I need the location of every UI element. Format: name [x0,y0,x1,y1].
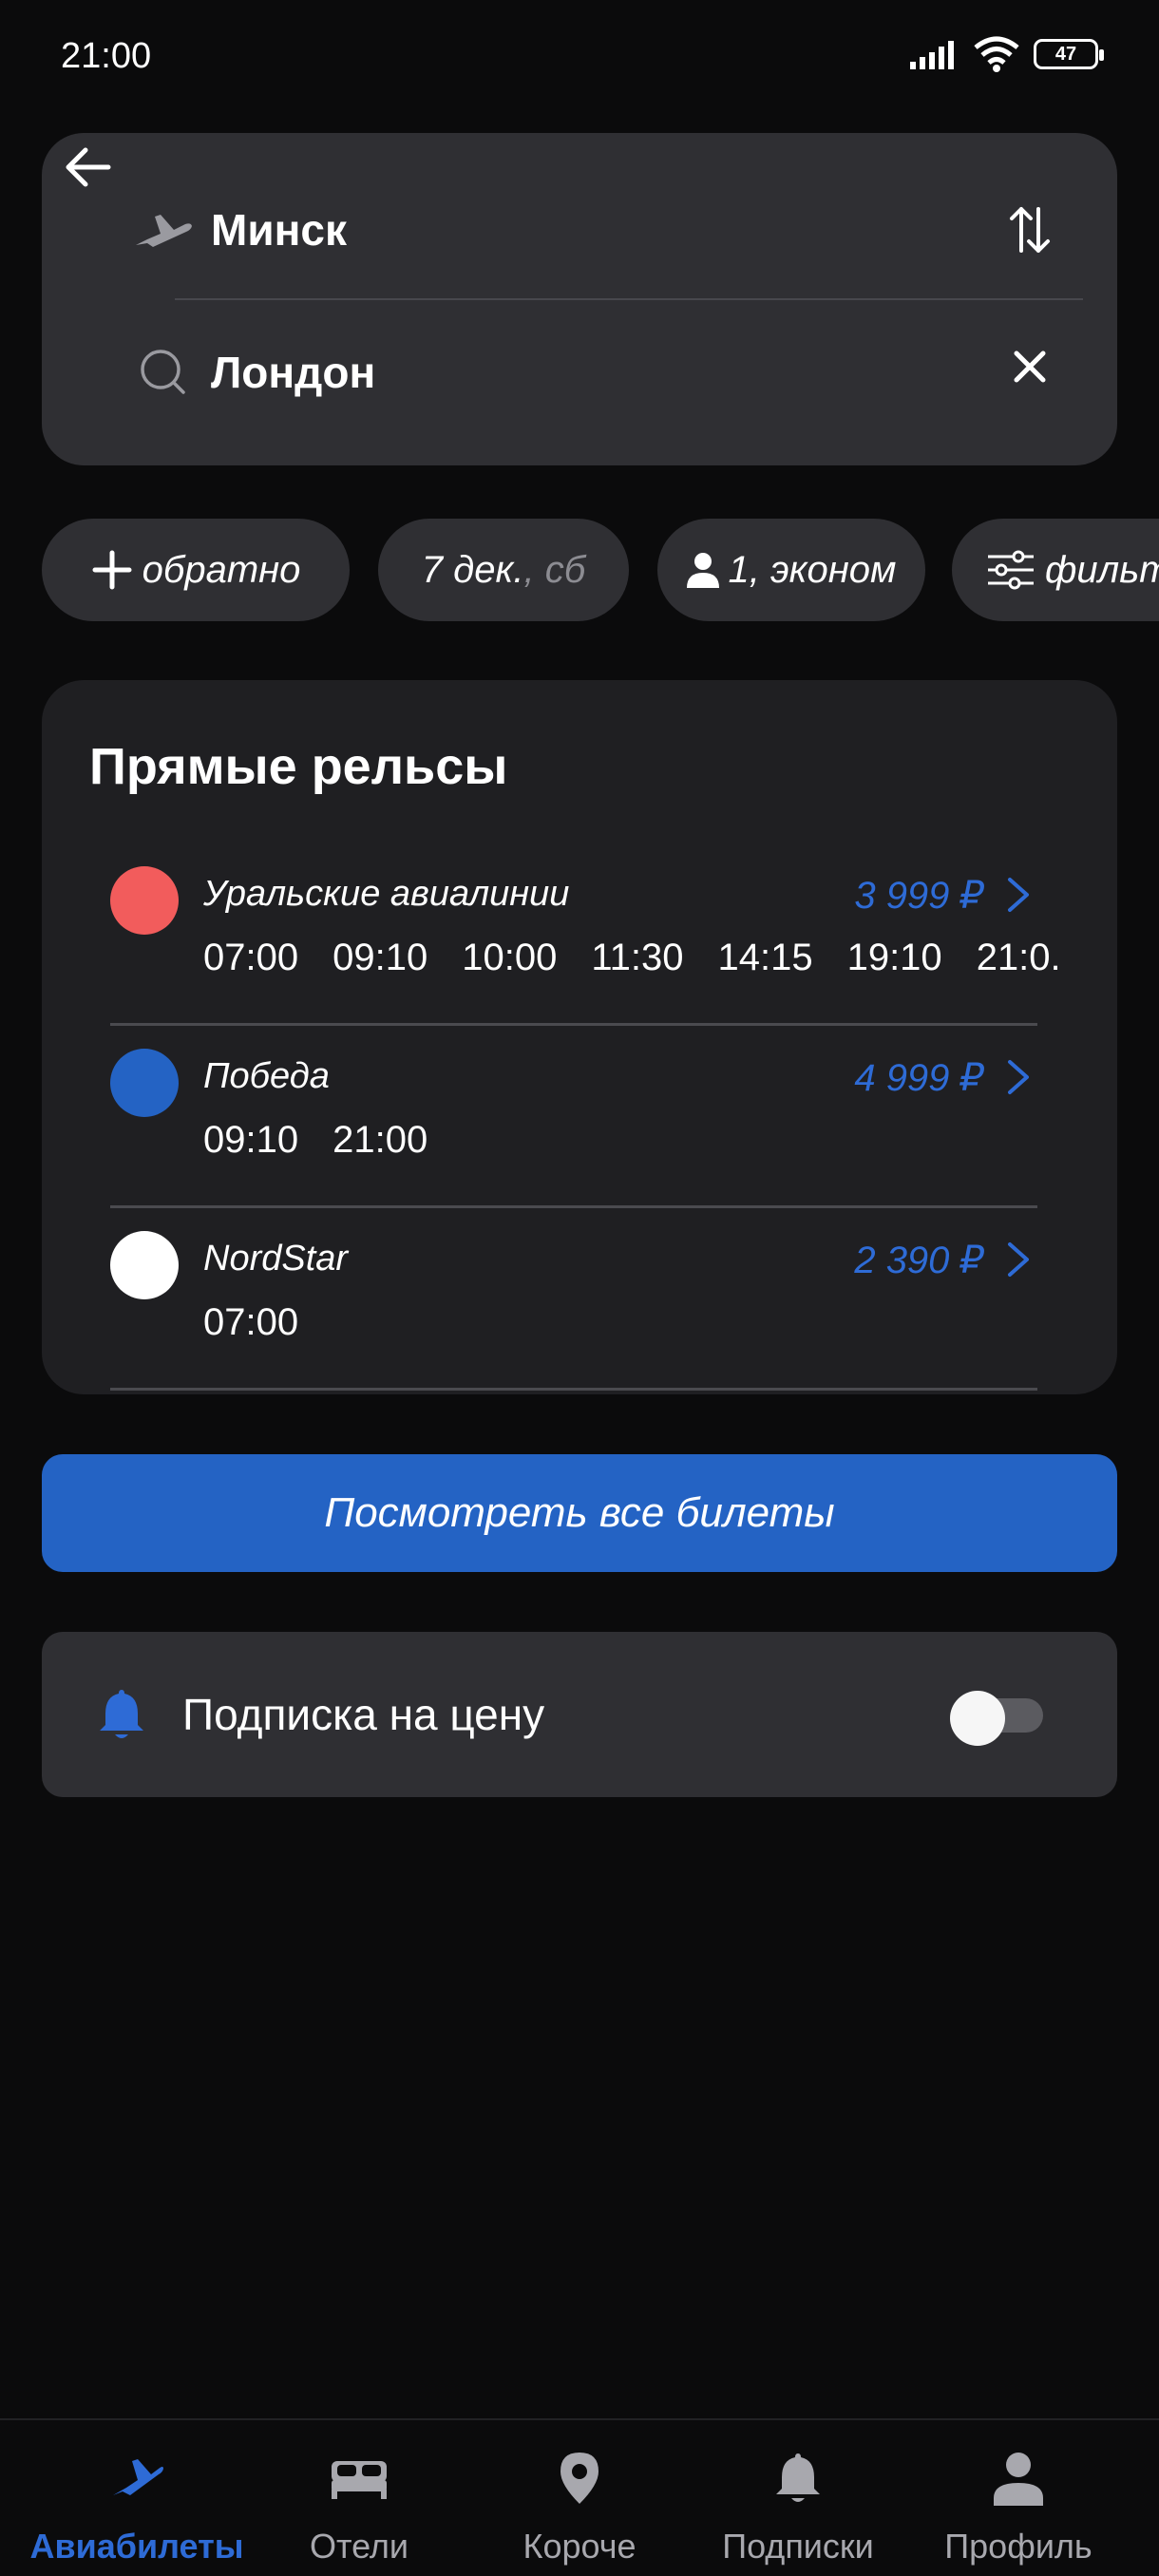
departure-time[interactable]: 11:30 [591,937,683,979]
chevron-right-icon [996,1235,1041,1284]
person-icon [686,553,719,588]
nav-item-flights[interactable]: Авиабилеты [21,2420,253,2576]
origin-field[interactable]: Минск [133,173,988,287]
plane-icon [104,2445,170,2511]
map-pin-icon [546,2445,613,2511]
status-icons: 47 [910,36,1104,72]
filters-label: фильтры [1045,548,1159,591]
airline-price: 2 390 ₽ [854,1240,984,1281]
direct-flights-card: Прямые рельсы Уральские авиалинии 3 999 … [42,680,1117,1394]
airline-row[interactable]: Уральские авиалинии 3 999 ₽ 07:00 09:10 … [110,843,1058,1026]
direct-flights-title: Прямые рельсы [89,738,508,795]
passengers-label: 1, эконом [728,548,897,591]
price-subscription-card: Подписка на цену [42,1632,1117,1797]
departure-times: 07:00 [203,1301,1058,1344]
add-return-chip[interactable]: обратно [42,519,350,621]
signal-icon [910,41,954,69]
chevron-right-icon [996,870,1041,919]
departure-time[interactable]: 14:15 [717,937,812,979]
filters-chip[interactable]: фильтры [952,519,1159,621]
nav-label: Отели [309,2527,409,2566]
departure-times: 07:00 09:10 10:00 11:30 14:15 19:10 21:0… [203,937,1058,979]
nav-label: Авиабилеты [29,2527,244,2566]
route-divider [175,298,1083,300]
close-icon [1014,350,1046,383]
plus-icon [92,550,132,590]
destination-city: Лондон [211,348,376,397]
swap-vertical-icon [1010,207,1050,253]
plane-icon [133,199,194,260]
passengers-chip[interactable]: 1, эконом [657,519,925,621]
back-button[interactable] [51,131,124,203]
nav-label: Подписки [722,2527,874,2566]
arrow-left-icon [66,147,111,187]
departure-time[interactable]: 21:0... [977,937,1058,979]
view-all-tickets-button[interactable]: Посмотреть все билеты [42,1454,1117,1572]
price-subscription-toggle[interactable] [950,1691,1043,1746]
search-icon [133,342,194,403]
departure-time[interactable]: 07:00 [203,1301,298,1344]
departure-time[interactable]: 09:10 [203,1119,298,1162]
row-divider [110,1388,1037,1391]
battery-icon: 47 [1034,39,1104,69]
sliders-icon [988,550,1034,590]
wifi-icon [974,36,1019,72]
airline-name: Уральские авиалинии [203,874,570,914]
origin-city: Минск [211,205,347,255]
clear-destination-button[interactable] [996,332,1064,401]
date-label: 7 дек. [421,548,524,591]
status-time: 21:00 [61,36,152,76]
departure-time[interactable]: 07:00 [203,937,298,979]
airline-logo [110,1049,179,1117]
nav-item-profile[interactable]: Профиль [902,2420,1134,2576]
airline-logo [110,866,179,935]
chevron-right-icon [996,1052,1041,1102]
departure-times: 09:10 21:00 [203,1119,1058,1162]
departure-time[interactable]: 19:10 [847,937,942,979]
airline-name: NordStar [203,1239,349,1279]
airline-logo [110,1231,179,1299]
airline-price: 3 999 ₽ [854,875,984,917]
nav-item-subscriptions[interactable]: Подписки [682,2420,914,2576]
toggle-knob [950,1691,1005,1746]
price-subscription-label: Подписка на цену [182,1690,545,1739]
add-return-label: обратно [142,548,301,591]
nav-item-hotels[interactable]: Отели [243,2420,475,2576]
bell-icon [91,1684,152,1745]
date-chip[interactable]: 7 дек., сб [378,519,629,621]
airline-name: Победа [203,1056,330,1096]
bed-icon [326,2445,392,2511]
filter-chips: обратно 7 дек., сб 1, эконом фильтры [42,519,1159,621]
airline-price: 4 999 ₽ [854,1057,984,1099]
battery-level: 47 [1054,43,1077,65]
bottom-nav: Авиабилеты Отели Короче Подписки Профиль [0,2418,1159,2576]
departure-time[interactable]: 09:10 [332,937,428,979]
swap-cities-button[interactable] [996,196,1064,264]
nav-label: Короче [522,2527,636,2566]
departure-time[interactable]: 10:00 [462,937,557,979]
destination-field[interactable]: Лондон [133,315,988,429]
nav-label: Профиль [944,2527,1092,2566]
user-icon [985,2445,1052,2511]
airline-row[interactable]: NordStar 2 390 ₽ 07:00 [110,1208,1041,1391]
bell-icon [765,2445,831,2511]
airline-row[interactable]: Победа 4 999 ₽ 09:10 21:00 [110,1026,1041,1208]
status-bar: 21:00 47 [0,0,1159,116]
departure-time[interactable]: 21:00 [332,1119,428,1162]
nav-item-shorter[interactable]: Короче [464,2420,695,2576]
date-weekday: , сб [523,548,586,591]
